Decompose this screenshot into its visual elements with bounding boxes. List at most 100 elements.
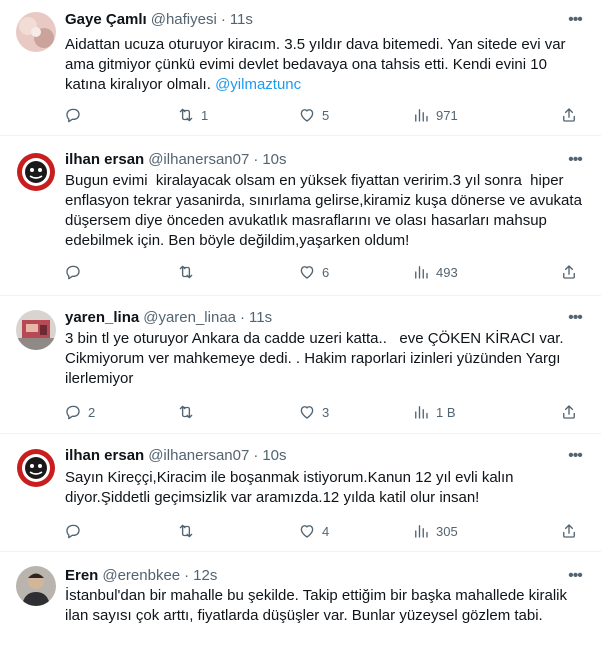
mention-link[interactable]: @yilmaztunc: [215, 76, 301, 93]
reply-count: 2: [88, 404, 96, 420]
tweet-actions: 6 493: [60, 262, 580, 282]
like-icon: [300, 266, 314, 279]
like-button[interactable]: 5: [298, 105, 329, 125]
like-icon: [300, 406, 314, 419]
views-icon: [415, 525, 428, 538]
avatar[interactable]: [16, 566, 56, 606]
more-icon[interactable]: •••: [565, 10, 585, 30]
tweet-text-body: Aidattan ucuza oturuyor kiracım. 3.5 yıl…: [65, 36, 570, 93]
separator-dot: ·: [253, 447, 259, 464]
author-handle[interactable]: @yaren_linaa: [143, 308, 236, 328]
views-button[interactable]: 493: [412, 262, 458, 282]
retweet-icon: [179, 524, 193, 538]
tweet-text: İstanbul'dan bir mahalle bu şekilde. Tak…: [65, 587, 572, 624]
views-button[interactable]: 305: [412, 521, 458, 541]
separator-dot: ·: [253, 151, 259, 168]
tweet-actions: 1 5 971: [60, 105, 580, 125]
tweet-header: Eren @erenbkee · 12s: [65, 566, 217, 586]
retweet-icon: [179, 405, 193, 419]
retweet-button[interactable]: [177, 521, 201, 541]
views-button[interactable]: 971: [412, 105, 458, 125]
share-button[interactable]: [560, 262, 578, 282]
tweet[interactable]: ilhan ersan @ilhanersan07 · 10s ••• Sayı…: [0, 434, 601, 552]
views-icon: [415, 266, 428, 279]
retweet-button[interactable]: 1: [177, 105, 208, 125]
views-icon: [415, 406, 428, 419]
tweet[interactable]: Gaye Çamlı @hafiyesi · 11s ••• Aidattan …: [0, 0, 601, 136]
tweet-header: yaren_lina @yaren_linaa · 11s: [65, 308, 272, 328]
separator-dot: ·: [240, 309, 246, 326]
views-count: 971: [436, 107, 458, 123]
share-icon: [563, 265, 575, 279]
retweet-icon: [179, 108, 193, 122]
like-button[interactable]: 6: [298, 262, 329, 282]
share-icon: [563, 405, 575, 419]
share-icon: [563, 108, 575, 122]
like-count: 6: [322, 264, 330, 280]
timestamp[interactable]: 11s: [230, 10, 253, 30]
tweet-header: ilhan ersan @ilhanersan07 · 10s: [65, 446, 287, 466]
tweet-actions: 4 305: [60, 521, 580, 541]
separator-dot: ·: [220, 11, 226, 28]
separator-dot: ·: [184, 567, 190, 584]
more-icon[interactable]: •••: [565, 446, 585, 466]
views-button[interactable]: 1 B: [412, 402, 456, 422]
more-icon[interactable]: •••: [565, 566, 585, 586]
reply-icon: [66, 405, 80, 420]
author-name[interactable]: Gaye Çamlı: [65, 10, 147, 30]
tweet[interactable]: ilhan ersan @ilhanersan07 · 10s ••• Bugu…: [0, 136, 601, 296]
like-icon: [300, 109, 314, 122]
tweet-actions: 2 3 1 B: [60, 402, 580, 422]
share-button[interactable]: [560, 521, 578, 541]
author-handle[interactable]: @erenbkee: [102, 566, 180, 586]
avatar[interactable]: [16, 310, 56, 350]
tweet-text: 3 bin tl ye oturuyor Ankara da cadde uze…: [65, 330, 568, 387]
author-handle[interactable]: @ilhanersan07: [148, 150, 249, 170]
avatar[interactable]: [16, 12, 56, 52]
timestamp[interactable]: 12s: [193, 566, 217, 586]
author-name[interactable]: Eren: [65, 566, 98, 586]
share-button[interactable]: [560, 105, 578, 125]
tweet-text: Bugun evimi kiralayacak olsam en yüksek …: [65, 172, 587, 249]
avatar[interactable]: [16, 152, 56, 192]
timestamp[interactable]: 10s: [262, 150, 286, 170]
tweet-header: Gaye Çamlı @hafiyesi · 11s: [65, 10, 253, 30]
like-count: 5: [322, 107, 330, 123]
like-icon: [300, 525, 314, 538]
author-handle[interactable]: @ilhanersan07: [148, 446, 249, 466]
tweet[interactable]: Eren @erenbkee · 12s ••• İstanbul'dan bi…: [0, 552, 601, 656]
author-name[interactable]: yaren_lina: [65, 308, 139, 328]
tweet[interactable]: yaren_lina @yaren_linaa · 11s ••• 3 bin …: [0, 296, 601, 434]
timestamp[interactable]: 11s: [249, 308, 272, 328]
retweet-button[interactable]: [177, 262, 201, 282]
views-count: 1 B: [436, 404, 456, 420]
like-button[interactable]: 3: [298, 402, 329, 422]
reply-button[interactable]: [64, 521, 88, 541]
more-icon[interactable]: •••: [565, 308, 585, 328]
like-button[interactable]: 4: [298, 521, 329, 541]
author-name[interactable]: ilhan ersan: [65, 150, 144, 170]
author-name[interactable]: ilhan ersan: [65, 446, 144, 466]
tweet-text: Aidattan ucuza oturuyor kiracım. 3.5 yıl…: [65, 35, 585, 95]
views-count: 305: [436, 523, 458, 539]
retweet-button[interactable]: [177, 402, 201, 422]
tweet-text: Sayın Kireççi,Kiracim ile boşanmak istiy…: [65, 469, 518, 506]
timestamp[interactable]: 10s: [262, 446, 286, 466]
share-icon: [563, 524, 575, 538]
reply-button[interactable]: [64, 262, 88, 282]
reply-icon: [66, 524, 80, 539]
like-count: 3: [322, 404, 330, 420]
reply-icon: [66, 108, 80, 123]
retweet-icon: [179, 265, 193, 279]
views-icon: [415, 109, 428, 122]
reply-button[interactable]: 2: [64, 402, 95, 422]
author-handle[interactable]: @hafiyesi: [151, 10, 217, 30]
views-count: 493: [436, 264, 458, 280]
like-count: 4: [322, 523, 330, 539]
more-icon[interactable]: •••: [565, 150, 585, 170]
reply-icon: [66, 265, 80, 280]
share-button[interactable]: [560, 402, 578, 422]
reply-button[interactable]: [64, 105, 88, 125]
avatar[interactable]: [16, 448, 56, 488]
tweet-header: ilhan ersan @ilhanersan07 · 10s: [65, 150, 287, 170]
